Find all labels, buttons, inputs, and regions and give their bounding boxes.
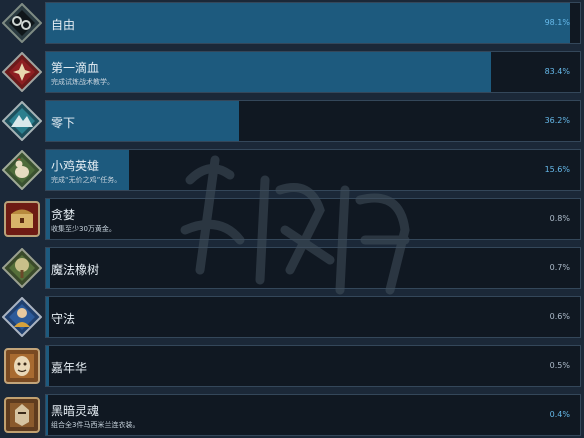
achievement-desc: 完成试炼战术教学。 [51, 78, 114, 86]
achievement-row[interactable]: 自由 98.1% [0, 0, 584, 46]
treasure-icon [2, 199, 42, 239]
achievement-row[interactable]: 魔法橡树 0.7% [0, 245, 584, 291]
achievement-desc: 收集至少30万黄金。 [51, 225, 116, 233]
progress-track: 贪婪 收集至少30万黄金。 0.8% [45, 198, 581, 240]
achievement-desc: 完成“无价之鸡”任务。 [51, 176, 122, 184]
achievement-row[interactable]: 小鸡英雄 完成“无价之鸡”任务。 15.6% [0, 147, 584, 193]
carnival-mask-icon [2, 346, 42, 386]
achievement-desc: 组合全3件马西米兰连衣装。 [51, 421, 140, 429]
achievement-percent: 0.7% [549, 263, 570, 272]
oak-tree-icon [2, 248, 42, 288]
achievement-row[interactable]: 黑暗灵魂 组合全3件马西米兰连衣装。 0.4% [0, 392, 584, 438]
progress-fill [46, 199, 50, 239]
achievement-row[interactable]: 守法 0.6% [0, 294, 584, 340]
achievement-name: 守法 [51, 312, 76, 326]
snow-mountain-icon [2, 101, 42, 141]
progress-track: 小鸡英雄 完成“无价之鸡”任务。 15.6% [45, 149, 581, 191]
achievement-percent: 0.4% [549, 410, 570, 419]
achievement-row[interactable]: 零下 36.2% [0, 98, 584, 144]
dark-knight-icon [2, 395, 42, 435]
achievement-percent: 36.2% [544, 116, 570, 125]
guard-icon [2, 297, 42, 337]
progress-track: 第一滴血 完成试炼战术教学。 83.4% [45, 51, 581, 93]
chicken-icon [2, 150, 42, 190]
achievement-row[interactable]: 嘉年华 0.5% [0, 343, 584, 389]
achievement-row[interactable]: 第一滴血 完成试炼战术教学。 83.4% [0, 49, 584, 95]
rose-crest-icon [2, 52, 42, 92]
progress-track: 魔法橡树 0.7% [45, 247, 581, 289]
achievement-name: 魔法橡树 [51, 263, 100, 277]
progress-fill [46, 248, 50, 288]
achievement-name: 嘉年华 [51, 361, 88, 375]
achievement-name: 零下 [51, 116, 76, 130]
progress-fill [46, 297, 49, 337]
progress-fill [46, 3, 570, 43]
achievement-name: 自由 [51, 18, 76, 32]
progress-fill [46, 395, 48, 435]
achievement-name: 小鸡英雄 [51, 159, 100, 173]
progress-track: 黑暗灵魂 组合全3件马西米兰连衣装。 0.4% [45, 394, 581, 436]
achievement-percent: 0.8% [549, 214, 570, 223]
achievement-percent: 0.6% [549, 312, 570, 321]
achievement-name: 贪婪 [51, 208, 76, 222]
progress-track: 自由 98.1% [45, 2, 581, 44]
progress-track: 嘉年华 0.5% [45, 345, 581, 387]
achievement-row[interactable]: 贪婪 收集至少30万黄金。 0.8% [0, 196, 584, 242]
achievement-name: 黑暗灵魂 [51, 404, 100, 418]
achievement-percent: 83.4% [544, 67, 570, 76]
progress-track: 零下 36.2% [45, 100, 581, 142]
achievement-percent: 15.6% [544, 165, 570, 174]
achievement-name: 第一滴血 [51, 61, 100, 75]
progress-track: 守法 0.6% [45, 296, 581, 338]
progress-fill [46, 346, 49, 386]
achievement-percent: 0.5% [549, 361, 570, 370]
chains-icon [2, 3, 42, 43]
achievement-percent: 98.1% [544, 18, 570, 27]
